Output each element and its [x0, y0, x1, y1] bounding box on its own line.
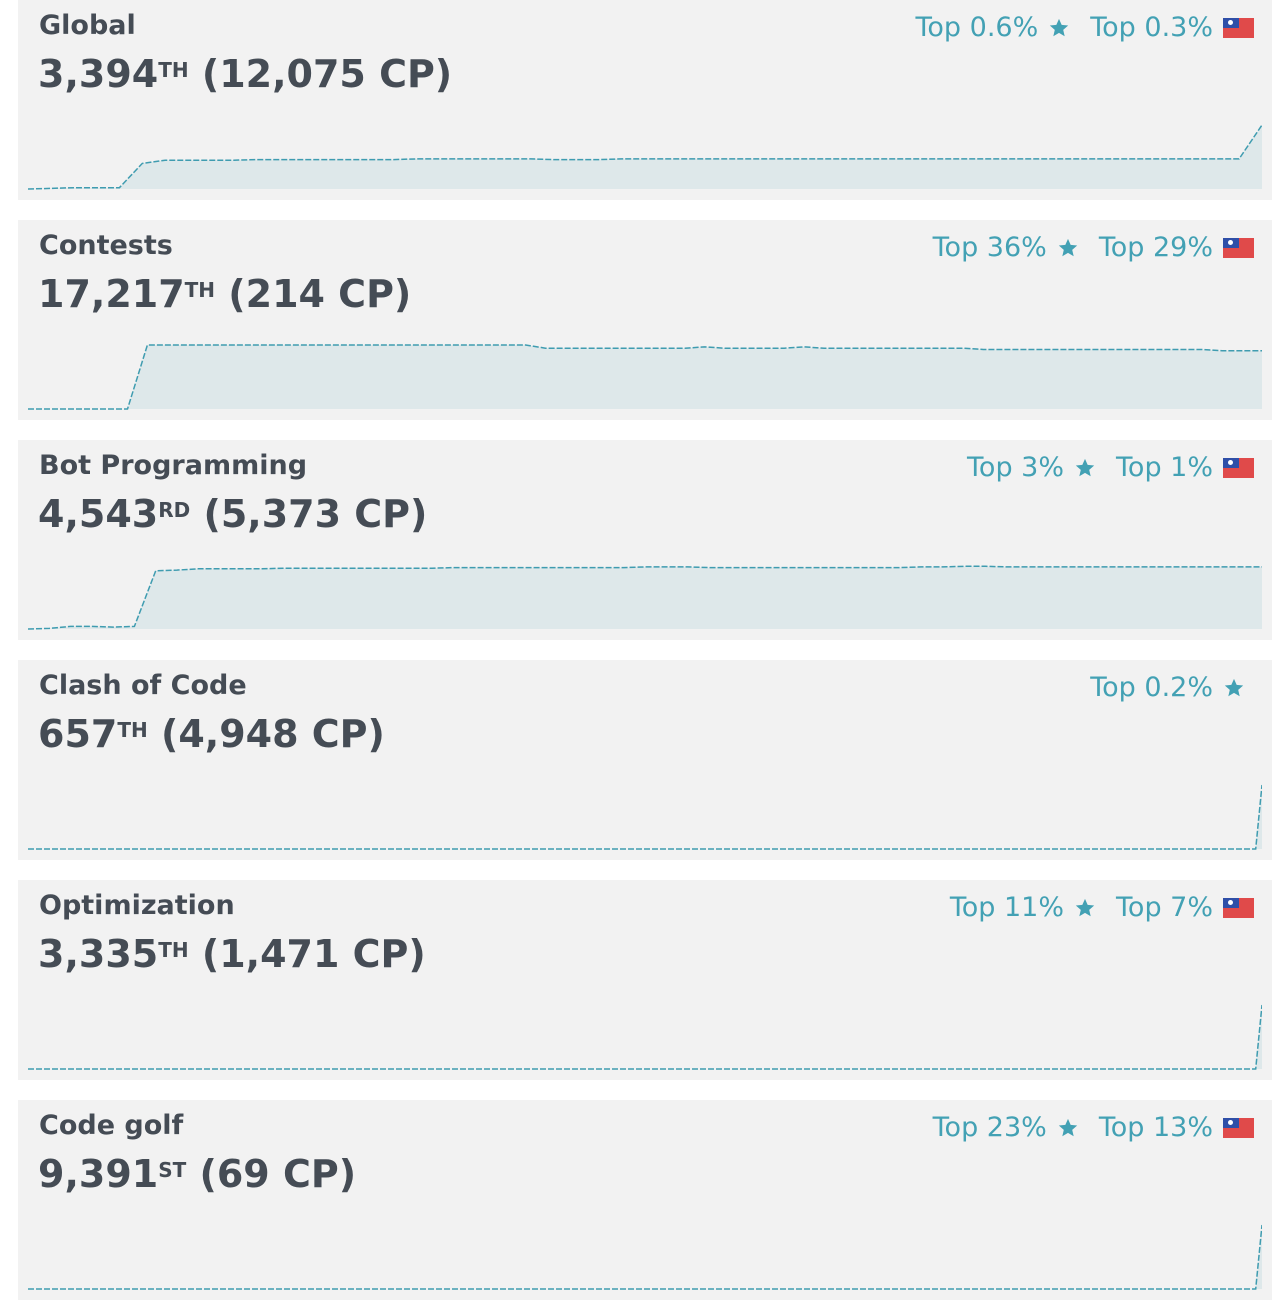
world-percentile: Top 3% — [967, 452, 1065, 483]
country-percentile: Top 29% — [1098, 232, 1213, 263]
card-title: Optimization — [39, 890, 235, 921]
rank-trend-chart — [28, 344, 1262, 410]
world-percentile: Top 36% — [932, 232, 1047, 263]
star-icon — [1075, 458, 1095, 476]
rank-number: 657 — [38, 712, 118, 756]
codingame-points: (214 CP) — [228, 272, 412, 316]
star-icon — [1058, 1118, 1077, 1136]
trend-line — [28, 784, 1262, 850]
percentile-badges: Top 36% Top 29% — [933, 232, 1254, 263]
rank-trend-chart — [28, 784, 1262, 850]
rank-line: 17,217TH (214 CP) — [38, 272, 411, 316]
percentile-badges: Top 23% Top 13% — [933, 1112, 1254, 1143]
world-percentile: Top 0.6% — [915, 12, 1039, 43]
ranking-card-global: Global 3,394TH (12,075 CP) Top 0.6% Top … — [18, 0, 1272, 200]
world-percentile-badge[interactable]: Top 0.2% — [1090, 672, 1245, 703]
rank-suffix: TH — [184, 278, 216, 302]
world-percentile-badge[interactable]: Top 36% — [933, 232, 1079, 263]
world-percentile-badge[interactable]: Top 11% — [950, 892, 1096, 923]
rank-number: 9,391 — [38, 1152, 159, 1196]
card-title: Contests — [39, 230, 173, 261]
trend-area — [28, 125, 1262, 189]
country-percentile: Top 13% — [1098, 1112, 1213, 1143]
taiwan-flag-icon — [1223, 237, 1254, 258]
world-percentile-badge[interactable]: Top 3% — [967, 452, 1096, 483]
codingame-points: (4,948 CP) — [160, 712, 385, 756]
star-icon — [1224, 678, 1244, 696]
country-percentile-badge[interactable]: Top 13% — [1099, 1112, 1254, 1143]
percentile-badges: Top 0.2% — [1090, 672, 1245, 703]
star-icon — [1058, 238, 1077, 256]
rank-trend-chart — [28, 124, 1262, 190]
card-title: Code golf — [39, 1110, 184, 1141]
card-title: Global — [39, 10, 136, 41]
world-percentile: Top 11% — [949, 892, 1065, 923]
trend-line — [28, 1224, 1262, 1290]
rank-suffix: ST — [158, 1158, 187, 1182]
rank-trend-chart — [28, 565, 1262, 630]
taiwan-flag-icon — [1223, 17, 1254, 38]
star-icon — [1050, 18, 1069, 36]
taiwan-flag-icon — [1223, 1117, 1254, 1138]
rank-suffix: TH — [158, 58, 189, 82]
world-percentile-badge[interactable]: Top 23% — [933, 1112, 1079, 1143]
rank-line: 4,543RD (5,373 CP) — [38, 492, 427, 536]
rank-suffix: RD — [158, 498, 191, 522]
trend-area — [28, 785, 1262, 849]
rank-suffix: TH — [117, 718, 148, 742]
percentile-badges: Top 3% Top 1% — [967, 452, 1254, 483]
country-percentile-badge[interactable]: Top 29% — [1099, 232, 1254, 263]
ranking-card-bot-programming: Bot Programming 4,543RD (5,373 CP) Top 3… — [18, 440, 1272, 640]
rank-number: 17,217 — [38, 272, 185, 316]
rank-trend-chart — [28, 1004, 1262, 1070]
codingame-points: (1,471 CP) — [201, 932, 426, 976]
rank-suffix: TH — [158, 938, 189, 962]
taiwan-flag-icon — [1223, 897, 1254, 918]
rank-line: 3,335TH (1,471 CP) — [38, 932, 426, 976]
codingame-points: (69 CP) — [199, 1152, 357, 1196]
codingame-points: (12,075 CP) — [201, 52, 453, 96]
country-percentile-badge[interactable]: Top 0.3% — [1090, 12, 1254, 43]
codingame-points: (5,373 CP) — [203, 492, 428, 536]
world-percentile: Top 0.2% — [1090, 672, 1213, 703]
ranking-card-optimization: Optimization 3,335TH (1,471 CP) Top 11% … — [18, 880, 1272, 1080]
trend-area — [28, 566, 1262, 629]
rank-number: 4,543 — [38, 492, 159, 536]
country-percentile-badge[interactable]: Top 1% — [1116, 452, 1254, 483]
rank-number: 3,335 — [38, 932, 159, 976]
country-percentile: Top 7% — [1116, 892, 1213, 923]
rank-line: 9,391ST (69 CP) — [38, 1152, 356, 1196]
country-percentile-badge[interactable]: Top 7% — [1116, 892, 1254, 923]
world-percentile-badge[interactable]: Top 0.6% — [916, 12, 1071, 43]
ranking-card-clash-of-code: Clash of Code 657TH (4,948 CP) Top 0.2% — [18, 660, 1272, 860]
rank-line: 657TH (4,948 CP) — [38, 712, 385, 756]
card-title: Clash of Code — [39, 670, 247, 701]
trend-area — [28, 345, 1262, 409]
trend-area — [28, 1005, 1262, 1069]
ranking-card-code-golf: Code golf 9,391ST (69 CP) Top 23% Top 13… — [18, 1100, 1272, 1300]
star-icon — [1075, 898, 1095, 916]
percentile-badges: Top 11% Top 7% — [950, 892, 1254, 923]
ranking-card-contests: Contests 17,217TH (214 CP) Top 36% Top 2… — [18, 220, 1272, 420]
country-percentile: Top 1% — [1116, 452, 1213, 483]
rank-trend-chart — [28, 1224, 1262, 1290]
card-title: Bot Programming — [39, 450, 308, 481]
trend-line — [28, 1004, 1262, 1070]
percentile-badges: Top 0.6% Top 0.3% — [916, 12, 1254, 43]
world-percentile: Top 23% — [932, 1112, 1047, 1143]
trend-area — [28, 1225, 1262, 1289]
rank-line: 3,394TH (12,075 CP) — [38, 52, 452, 96]
rank-number: 3,394 — [38, 52, 159, 96]
country-percentile: Top 0.3% — [1090, 12, 1213, 43]
taiwan-flag-icon — [1223, 457, 1254, 478]
